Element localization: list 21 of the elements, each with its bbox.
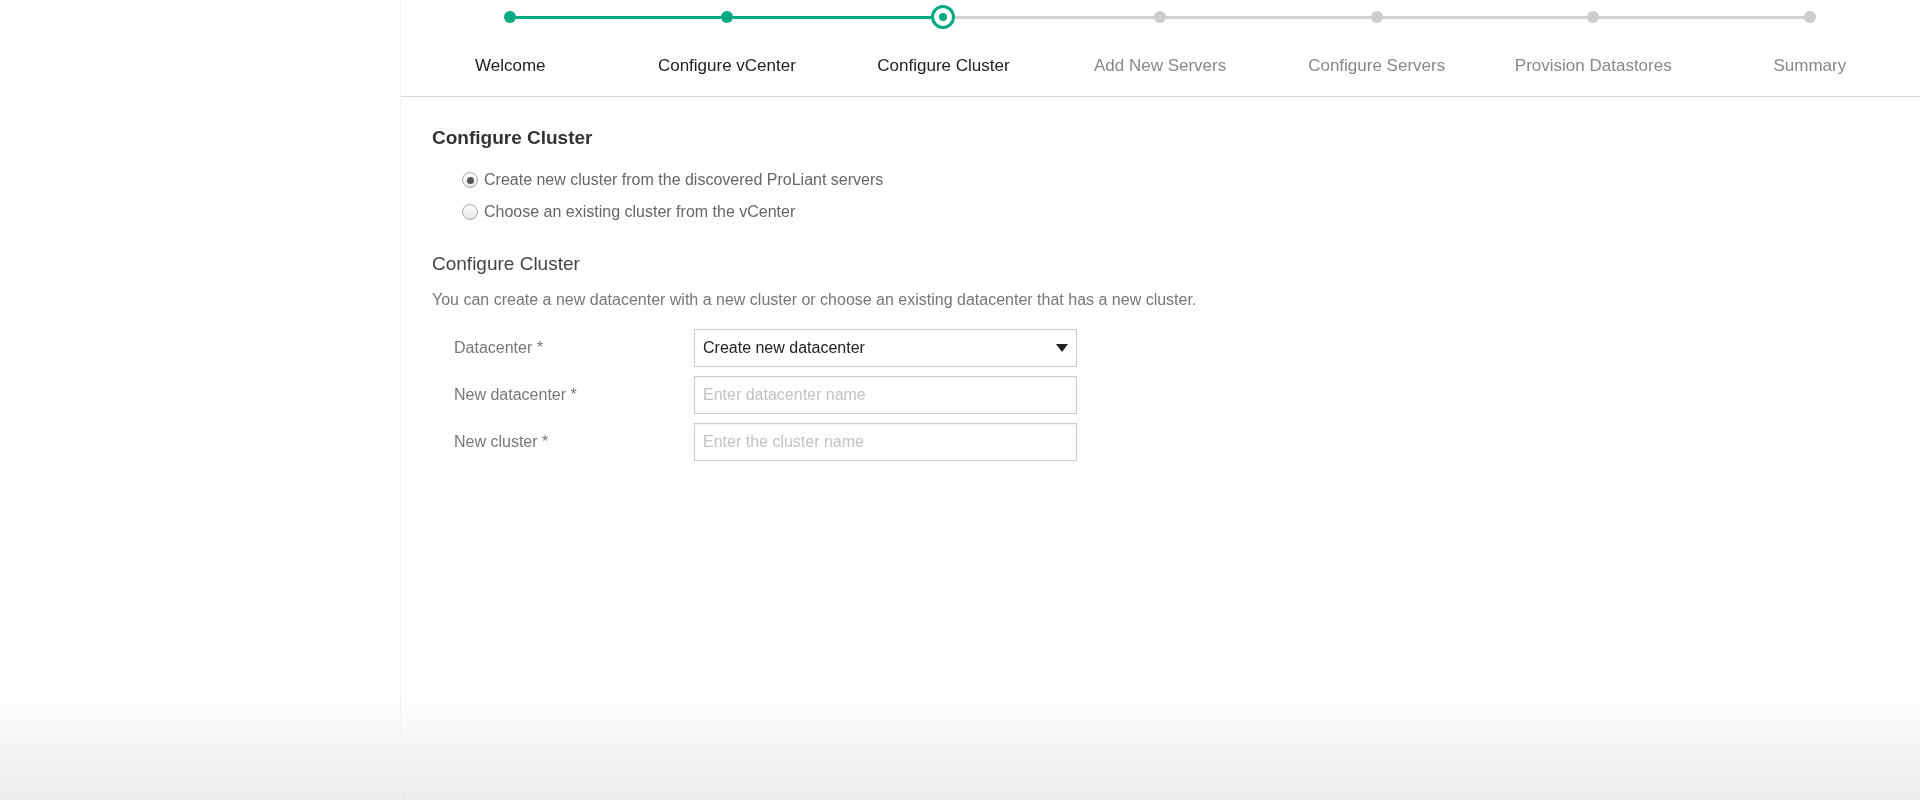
step-label[interactable]: Welcome bbox=[475, 56, 546, 76]
step-label[interactable]: Add New Servers bbox=[1093, 56, 1227, 76]
step-label[interactable]: Summary bbox=[1773, 56, 1847, 76]
input-field[interactable]: Enter the cluster name bbox=[694, 423, 1077, 461]
field-label: New datacenter * bbox=[454, 386, 578, 404]
radio-button[interactable] bbox=[462, 204, 478, 220]
step-label[interactable]: Provision Datastores bbox=[1514, 56, 1672, 76]
field-label: New cluster * bbox=[454, 433, 550, 451]
radio-button[interactable] bbox=[462, 172, 478, 188]
section-description: You can create a new datacenter with a new cluster or choose an existing datacenter that has a new cluster. bbox=[432, 291, 1198, 309]
page-heading: Configure Cluster bbox=[432, 127, 594, 149]
step-label[interactable]: Configure Cluster bbox=[877, 56, 1010, 76]
caret-icon bbox=[1056, 344, 1068, 352]
radio-label: Choose an existing cluster from the vCenter bbox=[484, 203, 796, 221]
step-label[interactable]: Configure Servers bbox=[1308, 56, 1446, 76]
step-label[interactable]: Configure vCenter bbox=[657, 56, 796, 76]
field-label: Datacenter * bbox=[454, 339, 544, 357]
datacenter-dropdown[interactable]: Create new datacenter bbox=[694, 329, 1077, 367]
section-title: Configure Cluster bbox=[432, 253, 581, 275]
input-field[interactable]: Enter datacenter name bbox=[694, 376, 1077, 414]
radio-label: Create new cluster from the discovered ProLiant servers bbox=[484, 171, 884, 189]
